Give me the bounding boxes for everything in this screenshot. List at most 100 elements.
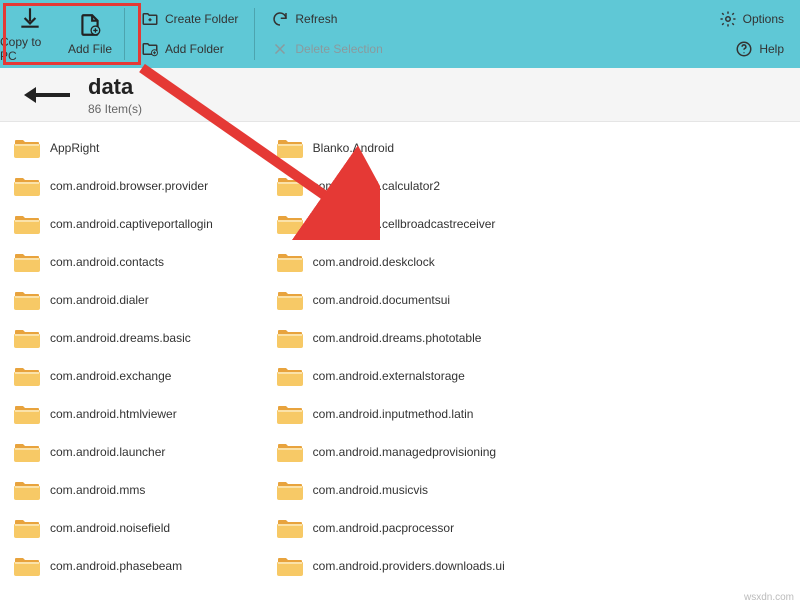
delete-selection-button: Delete Selection [265,37,388,61]
folder-icon [14,251,40,273]
folder-item[interactable]: com.android.dreams.phototable [271,321,534,355]
folder-name: com.android.htmlviewer [50,407,177,421]
copy-to-pc-button[interactable]: Copy to PC [0,0,60,68]
options-button[interactable]: Options [713,7,790,31]
folder-name: com.android.dreams.phototable [313,331,482,345]
delete-selection-label: Delete Selection [295,42,382,56]
folder-column: Blanko.Android com.android.calculator2 c… [271,131,534,599]
folder-icon [14,441,40,463]
folder-icon [277,365,303,387]
folder-name: com.android.contacts [50,255,164,269]
folder-item[interactable]: com.android.dreams.basic [8,321,271,355]
folder-item[interactable]: com.android.musicvis [271,473,534,507]
folder-item[interactable]: com.android.browser.provider [8,169,271,203]
folder-name: com.android.browser.provider [50,179,208,193]
folder-item[interactable]: com.android.exchange [8,359,271,393]
folder-item[interactable]: com.android.launcher [8,435,271,469]
toolbar-divider [124,8,125,60]
add-file-label: Add File [68,42,112,56]
folder-item[interactable]: com.android.externalstorage [271,359,534,393]
folder-name: com.android.noisefield [50,521,170,535]
folder-plus-icon [141,10,159,28]
folder-item[interactable]: com.android.htmlviewer [8,397,271,431]
toolbar: Copy to PC Add File Create Folder Add Fo… [0,0,800,68]
file-plus-icon [77,12,103,38]
folder-item[interactable]: com.android.phasebeam [8,549,271,583]
folder-name: com.android.documentsui [313,293,450,307]
folder-column: AppRight com.android.browser.provider co… [8,131,271,599]
folder-name: Blanko.Android [313,141,394,155]
folder-icon [277,479,303,501]
location-header: data 86 Item(s) [0,68,800,122]
folder-icon [277,213,303,235]
folder-name: com.android.inputmethod.latin [313,407,474,421]
add-file-button[interactable]: Add File [60,0,120,68]
copy-to-pc-label: Copy to PC [0,35,60,63]
folder-icon [14,289,40,311]
folder-name: com.android.externalstorage [313,369,465,383]
add-folder-button[interactable]: Add Folder [135,37,244,61]
folder-icon [14,327,40,349]
folder-icon [14,137,40,159]
folder-name: com.android.phasebeam [50,559,182,573]
folder-icon [277,403,303,425]
create-folder-label: Create Folder [165,12,238,26]
folder-item[interactable]: com.android.inputmethod.latin [271,397,534,431]
folder-item[interactable]: com.android.deskclock [271,245,534,279]
help-icon [735,40,753,58]
folder-icon [14,175,40,197]
help-button[interactable]: Help [729,37,790,61]
item-count: 86 Item(s) [88,102,142,116]
folder-icon [277,517,303,539]
folder-name: com.android.cellbroadcastreceiver [313,217,496,231]
delete-icon [271,40,289,58]
folder-item[interactable]: com.android.mms [8,473,271,507]
refresh-button[interactable]: Refresh [265,7,388,31]
folder-icon [277,441,303,463]
refresh-icon [271,10,289,28]
folder-name: com.android.deskclock [313,255,435,269]
folder-name: com.android.pacprocessor [313,521,454,535]
folder-name: com.android.providers.downloads.ui [313,559,505,573]
folder-column [533,131,796,599]
folder-name: com.android.dreams.basic [50,331,191,345]
folder-icon [277,289,303,311]
help-label: Help [759,42,784,56]
folder-item[interactable]: com.android.managedprovisioning [271,435,534,469]
folder-add-icon [141,40,159,58]
folder-name: AppRight [50,141,99,155]
folder-item[interactable]: com.android.documentsui [271,283,534,317]
options-label: Options [743,12,784,26]
folder-name: com.android.musicvis [313,483,428,497]
folder-item[interactable]: com.android.captiveportallogin [8,207,271,241]
add-folder-label: Add Folder [165,42,224,56]
folder-item[interactable]: com.android.contacts [8,245,271,279]
folder-icon [277,175,303,197]
folder-item[interactable]: com.android.calculator2 [271,169,534,203]
folder-item[interactable]: com.android.pacprocessor [271,511,534,545]
folder-icon [14,555,40,577]
refresh-label: Refresh [295,12,337,26]
folder-icon [277,251,303,273]
folder-grid[interactable]: AppRight com.android.browser.provider co… [0,123,800,607]
folder-icon [14,403,40,425]
folder-icon [14,213,40,235]
back-button[interactable] [24,83,70,107]
folder-icon [14,517,40,539]
folder-item[interactable]: com.android.providers.downloads.ui [271,549,534,583]
watermark: wsxdn.com [744,592,794,603]
folder-item[interactable]: Blanko.Android [271,131,534,165]
folder-name: com.android.calculator2 [313,179,440,193]
folder-item[interactable]: com.android.noisefield [8,511,271,545]
gear-icon [719,10,737,28]
folder-item[interactable]: com.android.dialer [8,283,271,317]
content-area: AppRight com.android.browser.provider co… [0,122,800,607]
create-folder-button[interactable]: Create Folder [135,7,244,31]
folder-icon [14,365,40,387]
folder-name: com.android.exchange [50,369,171,383]
folder-icon [14,479,40,501]
folder-title: data [88,74,142,100]
folder-item[interactable]: AppRight [8,131,271,165]
folder-item[interactable]: com.android.cellbroadcastreceiver [271,207,534,241]
toolbar-divider [254,8,255,60]
